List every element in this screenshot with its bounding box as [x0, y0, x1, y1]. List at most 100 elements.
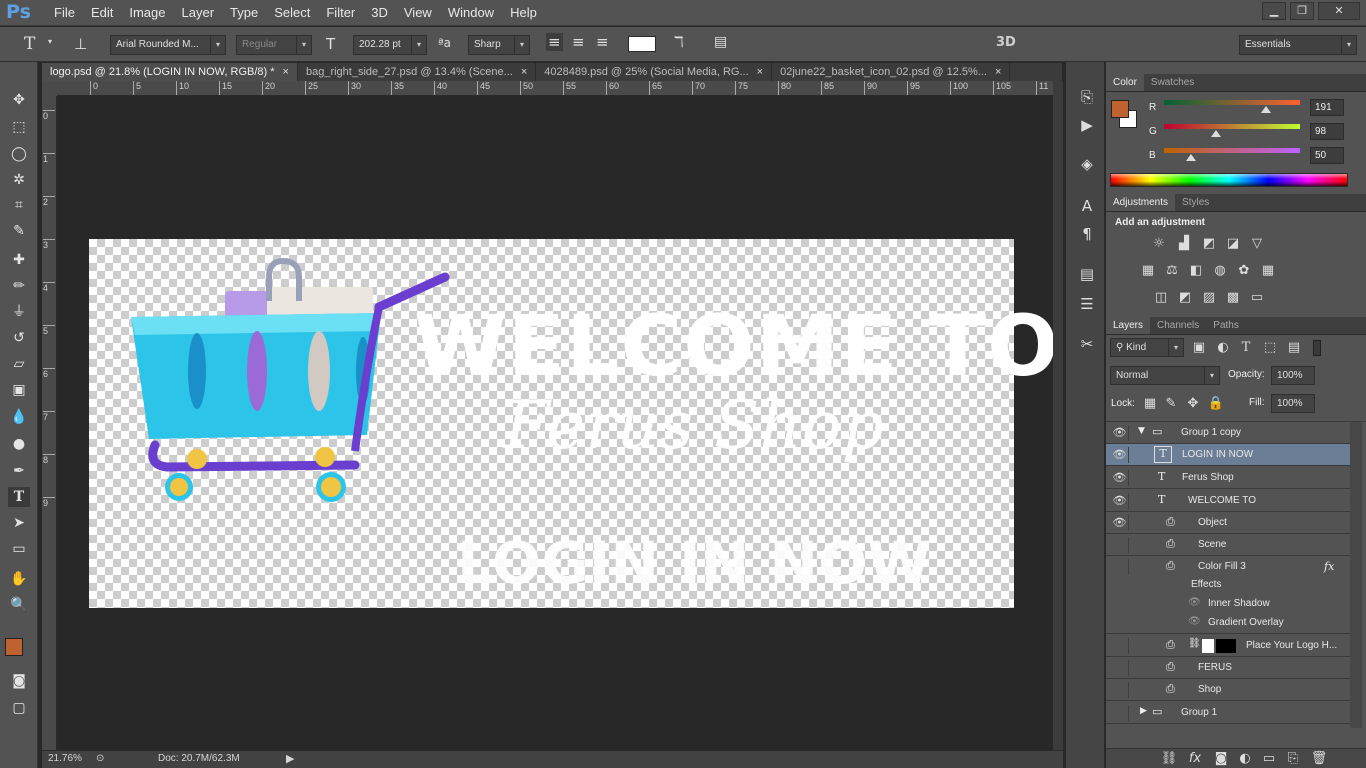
font-size-input[interactable]: 202.28 pt ▾	[353, 35, 427, 55]
visibility-eye-icon[interactable]: 👁	[1111, 447, 1129, 463]
vibrance-icon[interactable]: ▽	[1248, 236, 1266, 252]
layer-row-place-logo[interactable]: ⎙ ⛓ Place Your Logo H...	[1106, 635, 1350, 657]
3d-button[interactable]: 3D	[996, 35, 1016, 50]
link-icon[interactable]: ⛓	[1188, 638, 1201, 649]
hue-saturation-icon[interactable]: ▦	[1139, 263, 1157, 279]
visibility-eye-icon[interactable]: 👁	[1111, 425, 1129, 441]
menu-3d[interactable]: 3D	[363, 0, 396, 26]
tab-layers[interactable]: Layers	[1106, 317, 1151, 334]
tab-basket-icon[interactable]: 02june22_basket_icon_02.psd @ 12.5%... ×	[772, 63, 1011, 81]
minimize-button[interactable]: ▁	[1262, 2, 1286, 20]
color-balance-icon[interactable]: ⚖	[1163, 263, 1181, 279]
screen-mode-icon[interactable]: ▢	[8, 698, 30, 718]
tools-preset-icon[interactable]: ✂	[1076, 335, 1098, 355]
expand-arrow-icon[interactable]: ▶	[1140, 706, 1147, 716]
menu-edit[interactable]: Edit	[83, 0, 121, 26]
expand-arrow-icon[interactable]: ▼	[1138, 426, 1145, 436]
close-icon[interactable]: ×	[757, 63, 763, 81]
eyedropper-icon[interactable]: ✎	[8, 221, 30, 241]
tab-color[interactable]: Color	[1106, 74, 1144, 91]
healing-brush-icon[interactable]: ✚	[8, 250, 30, 270]
green-slider-thumb[interactable]	[1211, 130, 1222, 137]
move-tool-icon[interactable]: ✥	[8, 90, 30, 110]
layer-row-scene[interactable]: ⎙ Scene	[1106, 534, 1350, 556]
red-value[interactable]: 191	[1310, 99, 1344, 116]
new-fill-adjustment-icon[interactable]: ◐	[1236, 751, 1254, 767]
opacity-input[interactable]: 100% ▾	[1271, 366, 1315, 385]
visibility-box[interactable]	[1111, 559, 1129, 575]
add-style-icon[interactable]: fx	[1186, 751, 1204, 767]
effect-eye-icon[interactable]: 👁	[1188, 616, 1201, 627]
tab-swatches[interactable]: Swatches	[1144, 74, 1201, 91]
status-icon[interactable]: ⊙	[96, 753, 104, 764]
paragraph-icon[interactable]: ¶	[1076, 225, 1098, 245]
tab-logo[interactable]: logo.psd @ 21.8% (LOGIN IN NOW, RGB/8) *…	[42, 63, 298, 81]
channel-mixer-icon[interactable]: ✿	[1235, 263, 1253, 279]
actions-play-icon[interactable]: ▶	[1076, 116, 1098, 136]
red-slider-thumb[interactable]	[1260, 106, 1271, 113]
visibility-eye-icon[interactable]: 👁	[1111, 470, 1129, 486]
lasso-tool-icon[interactable]: ◯	[8, 144, 30, 164]
status-menu-arrow-icon[interactable]: ▶	[286, 752, 294, 765]
layer-filter-kind[interactable]: ⚲ Kind ▾	[1110, 338, 1184, 357]
layer-row-group-1[interactable]: ▶ ▭ Group 1	[1106, 702, 1350, 724]
filter-shape-icon[interactable]: ⬚	[1261, 340, 1279, 356]
layer-row-login-in-now[interactable]: 👁 T LOGIN IN NOW	[1106, 444, 1350, 466]
invert-icon[interactable]: ◫	[1152, 290, 1170, 306]
notes-icon[interactable]: ☰	[1076, 295, 1098, 315]
history-brush-icon[interactable]: ↺	[8, 328, 30, 348]
black-white-icon[interactable]: ◧	[1187, 263, 1205, 279]
layers-scrollbar[interactable]	[1350, 422, 1362, 728]
zoom-tool-icon[interactable]: 🔍	[8, 595, 30, 615]
filter-pixel-icon[interactable]: ▣	[1190, 340, 1208, 356]
blend-mode-select[interactable]: Normal ▾	[1110, 366, 1220, 385]
menu-select[interactable]: Select	[266, 0, 318, 26]
fill-input[interactable]: 100% ▾	[1271, 394, 1315, 413]
layer-row-welcome-to[interactable]: 👁 T WELCOME TO	[1106, 490, 1350, 512]
effect-eye-icon[interactable]: 👁	[1188, 597, 1201, 608]
close-window-button[interactable]: ✕	[1318, 2, 1360, 20]
lock-transparent-icon[interactable]: ▦	[1141, 396, 1159, 412]
dodge-tool-icon[interactable]: ●	[8, 434, 30, 454]
exposure-icon[interactable]: ◪	[1224, 236, 1242, 252]
marquee-tool-icon[interactable]: ⬚	[8, 117, 30, 137]
fx-icon[interactable]: fx	[1324, 560, 1334, 573]
3d-icon[interactable]: ◈	[1076, 155, 1098, 175]
preset-dropdown-icon[interactable]: ▾	[48, 37, 52, 46]
filter-type-icon[interactable]: T	[1237, 340, 1255, 356]
brightness-icon[interactable]: ☼	[1150, 236, 1168, 252]
brush-tool-icon[interactable]: ✏	[8, 276, 30, 296]
close-icon[interactable]: ×	[521, 63, 527, 81]
photo-filter-icon[interactable]: ◍	[1211, 263, 1229, 279]
antialias-select[interactable]: Sharp ▾	[468, 35, 530, 55]
tab-4028489[interactable]: 4028489.psd @ 25% (Social Media, RG... ×	[536, 63, 773, 81]
menu-help[interactable]: Help	[502, 0, 545, 26]
magic-wand-icon[interactable]: ✲	[8, 170, 30, 190]
clone-stamp-icon[interactable]: ⏚	[8, 302, 30, 322]
close-icon[interactable]: ×	[995, 63, 1001, 81]
menu-type[interactable]: Type	[222, 0, 266, 26]
effect-row-inner-shadow[interactable]: 👁 Inner Shadow	[1106, 595, 1350, 614]
text-color-swatch[interactable]	[628, 36, 656, 52]
menu-layer[interactable]: Layer	[174, 0, 223, 26]
font-family-select[interactable]: Arial Rounded M... ▾	[110, 35, 226, 55]
visibility-box[interactable]	[1111, 660, 1129, 676]
blur-tool-icon[interactable]: 💧	[8, 407, 30, 427]
align-center-icon[interactable]: ≡	[572, 33, 585, 51]
lock-image-icon[interactable]: ✎	[1162, 396, 1180, 412]
warp-text-icon[interactable]: ℸ	[674, 33, 684, 51]
gradient-map-icon[interactable]: ▭	[1248, 290, 1266, 306]
pen-tool-icon[interactable]: ✒	[8, 461, 30, 481]
crop-tool-icon[interactable]: ⌗	[8, 195, 30, 215]
foreground-color-swatch[interactable]	[5, 638, 23, 656]
workspace-select[interactable]: Essentials ▾	[1239, 35, 1357, 55]
blue-slider[interactable]	[1164, 148, 1300, 161]
visibility-eye-icon[interactable]: 👁	[1111, 515, 1129, 531]
character-icon[interactable]: A	[1076, 197, 1098, 217]
close-icon[interactable]: ×	[283, 63, 289, 81]
layer-row-object[interactable]: 👁 ⎙ Object	[1106, 512, 1350, 534]
toggle-text-orientation-icon[interactable]: ⊥	[74, 35, 87, 53]
color-fg-swatch[interactable]	[1111, 100, 1129, 118]
new-layer-icon[interactable]: ⎘	[1284, 751, 1302, 767]
link-layers-icon[interactable]: ⛓	[1160, 751, 1178, 767]
